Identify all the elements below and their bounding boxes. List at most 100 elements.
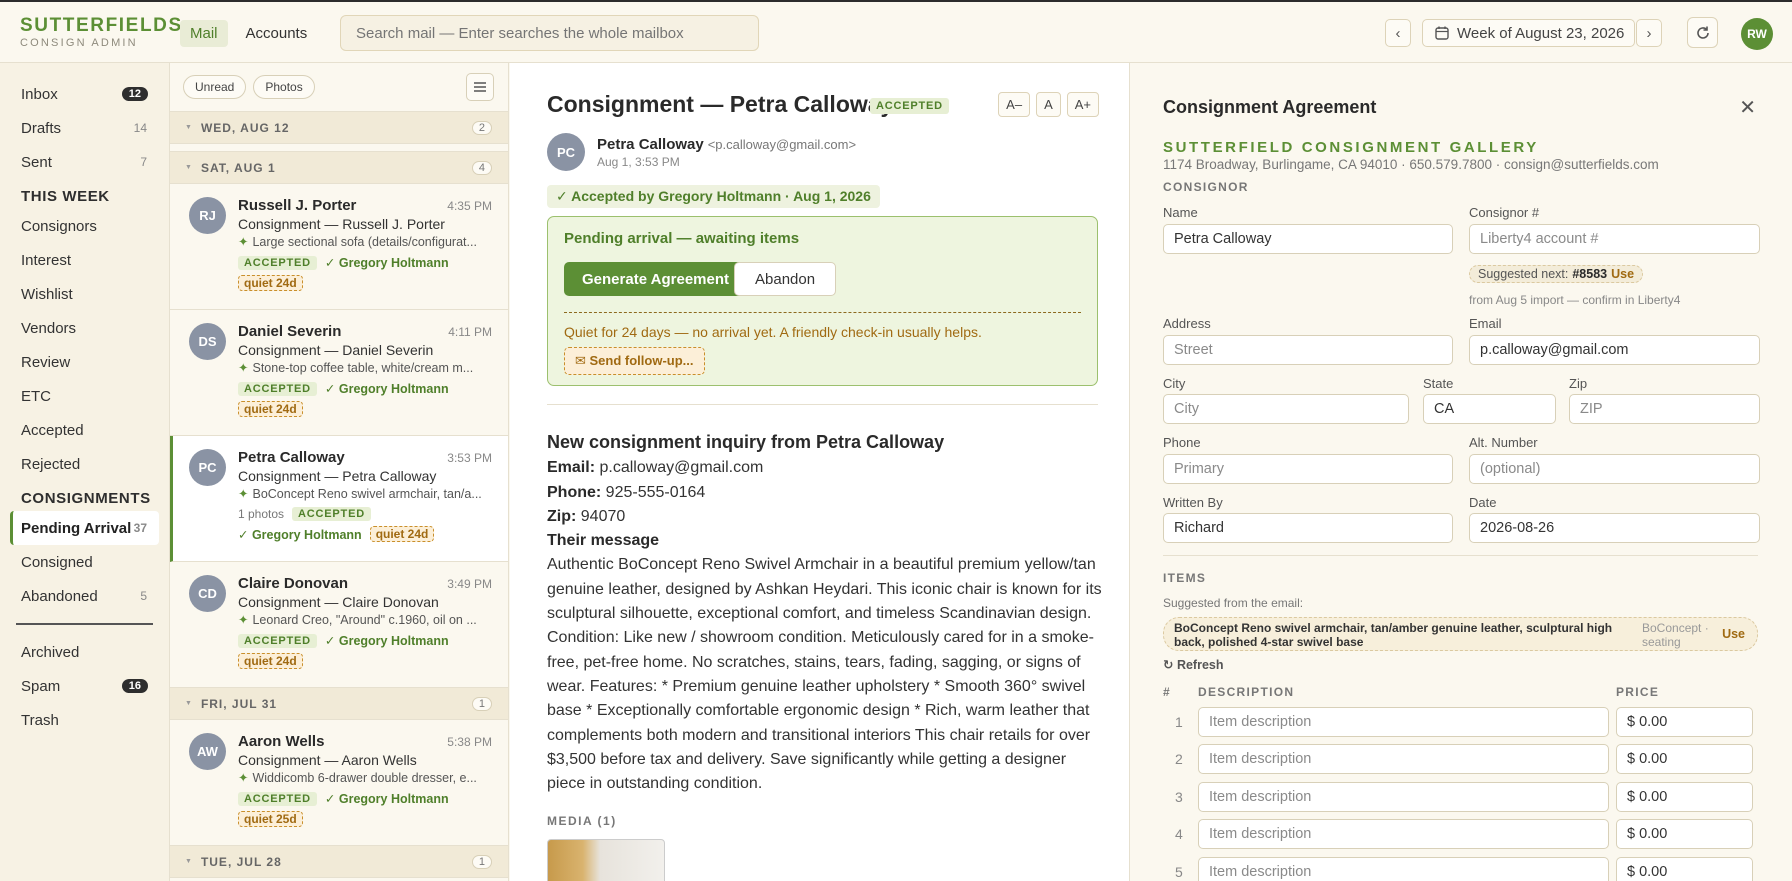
body-zip-line: Zip: 94070 bbox=[547, 505, 1102, 529]
date-label: Date bbox=[1469, 495, 1497, 510]
nav-accounts[interactable]: Accounts bbox=[236, 20, 318, 47]
date-group-header[interactable]: ▼ WED, AUG 12 2 bbox=[170, 112, 508, 144]
item-description-input[interactable] bbox=[1198, 782, 1609, 812]
inbox-count-badge: 12 bbox=[121, 87, 148, 101]
sidebar-item-rejected[interactable]: Rejected bbox=[10, 447, 159, 481]
date-group-header[interactable]: ▼ TUE, JUL 28 1 bbox=[170, 846, 508, 878]
sidebar-item-review[interactable]: Review bbox=[10, 345, 159, 379]
item-price-input[interactable] bbox=[1616, 707, 1753, 737]
sidebar-divider bbox=[16, 623, 153, 625]
email-label: Email: bbox=[547, 459, 596, 477]
sidebar-heading-consignments: CONSIGNMENTS bbox=[21, 489, 151, 507]
sidebar-item-accepted[interactable]: Accepted bbox=[10, 413, 159, 447]
sidebar-item-vendors[interactable]: Vendors bbox=[10, 311, 159, 345]
sidebar-item-etc[interactable]: ETC bbox=[10, 379, 159, 413]
close-icon[interactable]: ✕ bbox=[1739, 95, 1756, 120]
sidebar-item-wishlist[interactable]: Wishlist bbox=[10, 277, 159, 311]
sidebar-item-spam[interactable]: Spam 16 bbox=[10, 669, 159, 703]
item-description-input[interactable] bbox=[1198, 744, 1609, 774]
city-field[interactable] bbox=[1163, 394, 1409, 424]
item-price-input[interactable] bbox=[1616, 819, 1753, 849]
sidebar-item-label: Spam bbox=[21, 677, 61, 695]
sidebar-item-sent[interactable]: Sent 7 bbox=[10, 145, 159, 179]
sidebar-item-interest[interactable]: Interest bbox=[10, 243, 159, 277]
email-field[interactable] bbox=[1469, 335, 1760, 365]
font-reset-button[interactable]: A bbox=[1036, 92, 1061, 117]
list-item[interactable]: CD Claire Donovan 3:49 PM Consignment — … bbox=[170, 562, 508, 688]
nav-mail[interactable]: Mail bbox=[180, 20, 228, 47]
name-field[interactable] bbox=[1163, 224, 1453, 254]
user-avatar[interactable]: RW bbox=[1741, 18, 1773, 50]
written-by-field[interactable] bbox=[1163, 513, 1453, 543]
use-item-suggestion-button[interactable]: Use bbox=[1722, 627, 1745, 641]
sidebar-item-drafts[interactable]: Drafts 14 bbox=[10, 111, 159, 145]
quiet-badge: quiet 24d bbox=[369, 526, 435, 542]
state-field[interactable] bbox=[1423, 394, 1556, 424]
filter-unread-chip[interactable]: Unread bbox=[183, 75, 247, 99]
week-picker[interactable]: Week of August 23, 2026 bbox=[1422, 19, 1635, 47]
date-field[interactable] bbox=[1469, 513, 1760, 543]
date-group-header[interactable]: ▼ FRI, JUL 31 1 bbox=[170, 688, 508, 720]
send-follow-up-button[interactable]: ✉ Send follow-up... bbox=[564, 347, 705, 375]
item-description-input[interactable] bbox=[1198, 857, 1609, 881]
avatar: RJ bbox=[189, 197, 226, 234]
column-header-number: # bbox=[1163, 685, 1171, 699]
quiet-badge: quiet 24d bbox=[238, 653, 303, 669]
consignor-number-field[interactable] bbox=[1469, 224, 1760, 254]
generate-agreement-button[interactable]: Generate Agreement bbox=[564, 262, 747, 296]
media-thumbnail[interactable] bbox=[547, 839, 665, 881]
date-group-header[interactable]: ▼ SAT, AUG 1 4 bbox=[170, 152, 508, 184]
address-field[interactable] bbox=[1163, 335, 1453, 365]
next-week-button[interactable]: › bbox=[1636, 19, 1662, 47]
brand-subtitle: CONSIGN ADMIN bbox=[20, 37, 138, 49]
triangle-icon: ▼ bbox=[185, 858, 193, 865]
date-group-count: 1 bbox=[471, 854, 492, 869]
sidebar-item-consignors[interactable]: Consignors bbox=[10, 209, 159, 243]
font-smaller-button[interactable]: A– bbox=[998, 92, 1031, 117]
use-suggested-number-button[interactable]: Use bbox=[1611, 267, 1634, 281]
refresh-suggestions-button[interactable]: ↻ Refresh bbox=[1163, 657, 1224, 672]
zip-field[interactable] bbox=[1569, 394, 1760, 424]
list-menu-button[interactable] bbox=[466, 73, 494, 101]
search-input[interactable] bbox=[340, 15, 759, 51]
avatar: CD bbox=[189, 575, 226, 612]
prev-week-button[interactable]: ‹ bbox=[1385, 19, 1411, 47]
agreement-title: Consignment Agreement bbox=[1163, 97, 1377, 117]
zip-label: Zip: bbox=[547, 507, 577, 525]
date-group-label: TUE, JUL 28 bbox=[200, 854, 282, 869]
sidebar-item-archived[interactable]: Archived bbox=[10, 635, 159, 669]
sidebar-item-label: Inbox bbox=[21, 85, 58, 103]
item-price-input[interactable] bbox=[1616, 782, 1753, 812]
list-item-selected[interactable]: PC Petra Calloway 3:53 PM Consignment — … bbox=[170, 436, 508, 562]
brand[interactable]: SUTTERFIELDS CONSIGN ADMIN bbox=[20, 16, 183, 50]
body-email: p.calloway@gmail.com bbox=[599, 459, 764, 477]
page-title: Consignment — Petra Calloway bbox=[547, 91, 894, 117]
item-description-input[interactable] bbox=[1198, 819, 1609, 849]
list-item[interactable]: RJ Russell J. Porter 4:35 PM Consignment… bbox=[170, 184, 508, 310]
item-price-input[interactable] bbox=[1616, 857, 1753, 881]
sender-line: Petra Calloway <p.calloway@gmail.com> bbox=[597, 136, 856, 153]
assignee-label: ✓ Gregory Holtmann bbox=[324, 256, 449, 270]
font-larger-button[interactable]: A+ bbox=[1066, 92, 1099, 117]
calendar-icon bbox=[1435, 26, 1449, 40]
sidebar-item-abandoned[interactable]: Abandoned 5 bbox=[10, 579, 159, 613]
list-item[interactable]: DS Daniel Severin 4:11 PM Consignment — … bbox=[170, 310, 508, 436]
sidebar-item-pending-arrival[interactable]: Pending Arrival 37 bbox=[10, 511, 159, 545]
divider bbox=[547, 404, 1098, 405]
quiet-badge: quiet 24d bbox=[238, 401, 303, 417]
item-description-input[interactable] bbox=[1198, 707, 1609, 737]
sender-email[interactable]: <p.calloway@gmail.com> bbox=[708, 137, 856, 152]
sidebar-item-trash[interactable]: Trash bbox=[10, 703, 159, 737]
snippet-text: Leonard Creo, "Around" c.1960, oil on ..… bbox=[252, 613, 477, 627]
refresh-button[interactable] bbox=[1687, 17, 1718, 48]
filter-photos-chip[interactable]: Photos bbox=[253, 75, 315, 99]
item-price-input[interactable] bbox=[1616, 744, 1753, 774]
message-body: New consignment inquiry from Petra Callo… bbox=[547, 430, 1102, 796]
abandon-button[interactable]: Abandon bbox=[734, 262, 837, 296]
alt-number-field[interactable] bbox=[1469, 454, 1760, 484]
list-item[interactable]: AW Aaron Wells 5:38 PM Consignment — Aar… bbox=[170, 720, 508, 846]
pending-title: Pending arrival — awaiting items bbox=[564, 230, 800, 247]
sidebar-item-consigned[interactable]: Consigned bbox=[10, 545, 159, 579]
phone-field[interactable] bbox=[1163, 454, 1453, 484]
sidebar-item-inbox[interactable]: Inbox 12 bbox=[10, 77, 159, 111]
